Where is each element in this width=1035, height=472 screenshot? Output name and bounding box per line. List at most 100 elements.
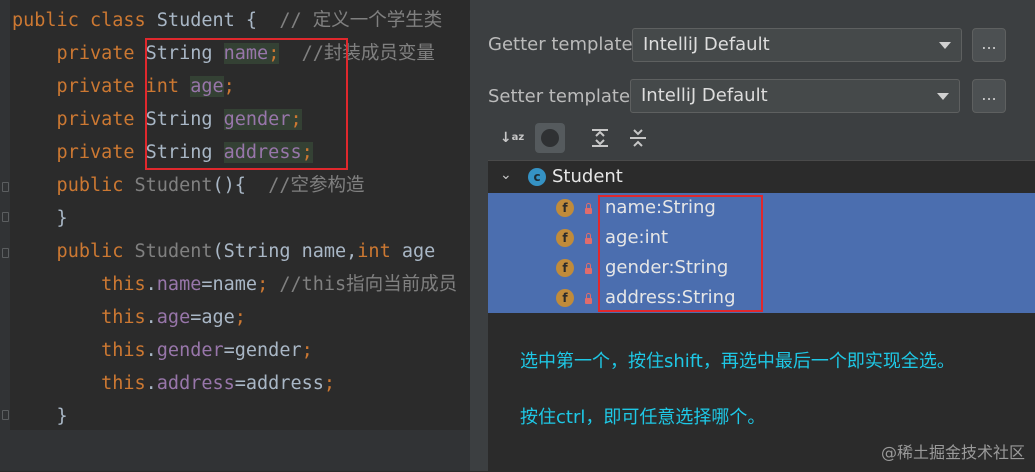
code-token: age (156, 307, 191, 328)
code-line[interactable]: this.age=age; (12, 303, 246, 333)
code-token: (){ (212, 175, 269, 196)
field-icon: f (556, 259, 574, 277)
instruction-note-shift: 选中第一个，按住shift，再选中最后一个即实现全选。 (520, 351, 955, 372)
code-token: name (156, 274, 202, 295)
class-icon: c (528, 168, 546, 186)
code-line[interactable]: private String gender; (12, 105, 302, 135)
member-tree[interactable]: ⌄ c Student f name:String f age:int f ge… (488, 160, 1035, 472)
code-token: . (145, 307, 157, 328)
circle-icon[interactable] (534, 122, 566, 154)
field-icon: f (556, 229, 574, 247)
expand-all-icon[interactable] (584, 122, 616, 154)
code-editor[interactable]: public class Student { // 定义一个学生类 privat… (0, 0, 470, 471)
code-token: private (12, 142, 146, 163)
chevron-down-icon (939, 42, 951, 49)
code-token: ; (323, 373, 336, 394)
code-token: =age (190, 307, 235, 328)
code-token: int (145, 76, 191, 97)
code-token: gender (223, 109, 291, 130)
code-token: ; (234, 307, 246, 328)
chevron-down-icon (937, 93, 949, 100)
getter-template-value: IntelliJ Default (643, 34, 770, 55)
code-token: Student (134, 241, 213, 262)
field-label: name:String (605, 197, 716, 218)
field-icon: f (556, 289, 574, 307)
code-token: { (245, 10, 280, 31)
chevron-down-icon[interactable]: ⌄ (500, 167, 512, 183)
editor-gutter (0, 0, 10, 471)
setter-template-value: IntelliJ Default (641, 85, 768, 106)
lock-icon (585, 263, 592, 274)
sort-alpha-icon[interactable]: ↓az (496, 122, 528, 154)
fold-marker-icon[interactable] (2, 248, 9, 258)
code-token: =gender (223, 340, 302, 361)
instruction-note-ctrl: 按住ctrl，即可任意选择哪个。 (520, 407, 766, 428)
tree-root-student[interactable]: ⌄ c Student (488, 161, 1035, 193)
code-token: ; (223, 76, 235, 97)
code-token: int (357, 241, 402, 262)
code-token: this (12, 307, 146, 328)
code-line[interactable]: this.address=address; (12, 369, 335, 399)
field-icon: f (556, 199, 574, 217)
watermark: @稀土掘金技术社区 (880, 443, 1025, 462)
fold-marker-icon[interactable] (2, 182, 9, 192)
code-line[interactable]: private int age; (12, 72, 235, 102)
getter-template-browse-button[interactable]: ... (972, 28, 1006, 62)
code-token: public (12, 241, 135, 262)
lock-icon (585, 293, 592, 304)
code-token: this (12, 274, 146, 295)
code-token: name (223, 43, 269, 64)
code-line[interactable]: } (12, 402, 68, 432)
code-token: (String name, (212, 241, 358, 262)
code-token: //this指向当前成员 (279, 274, 458, 295)
code-token: . (145, 373, 157, 394)
tree-row-field[interactable]: f name:String (488, 193, 1035, 223)
tree-root-label: Student (552, 166, 623, 187)
field-label: gender:String (605, 257, 729, 278)
collapse-all-icon[interactable] (622, 122, 654, 154)
code-token: address (223, 142, 302, 163)
code-line[interactable]: private String address; (12, 138, 313, 168)
code-token: String (145, 142, 224, 163)
code-token: //封装成员变量 (279, 43, 435, 64)
code-token: } (12, 208, 68, 229)
code-token: String (145, 109, 224, 130)
code-token: //空参构造 (268, 175, 365, 196)
tree-row-field[interactable]: f age:int (488, 223, 1035, 253)
tree-row-field[interactable]: f gender:String (488, 253, 1035, 283)
code-token: Student (156, 10, 246, 31)
code-token: String (145, 43, 224, 64)
code-token: ; (268, 43, 280, 64)
code-token: ; (301, 340, 313, 361)
code-token: =address (234, 373, 324, 394)
code-line[interactable]: private String name; //封装成员变量 (12, 39, 435, 69)
fold-marker-icon[interactable] (2, 410, 9, 420)
setter-template-browse-button[interactable]: ... (972, 79, 1006, 113)
code-token: address (156, 373, 235, 394)
code-line[interactable]: this.gender=gender; (12, 336, 313, 366)
code-token: . (145, 274, 157, 295)
code-line[interactable]: } (12, 204, 68, 234)
code-token: ; (257, 274, 280, 295)
code-line[interactable]: public class Student { // 定义一个学生类 (12, 6, 442, 36)
fold-marker-icon[interactable] (2, 212, 9, 222)
lock-icon (585, 233, 592, 244)
tree-row-field[interactable]: f address:String (488, 283, 1035, 313)
code-line[interactable]: this.name=name; //this指向当前成员 (12, 270, 457, 300)
code-token: ; (290, 109, 302, 130)
code-token: ; (301, 142, 313, 163)
code-token: public class (12, 10, 157, 31)
setter-template-select[interactable]: IntelliJ Default (630, 79, 960, 113)
getter-template-label: Getter template: (488, 34, 639, 55)
code-token: private (12, 76, 146, 97)
code-token: private (12, 109, 146, 130)
code-line[interactable]: public Student(String name,int age (12, 237, 436, 267)
getter-template-select[interactable]: IntelliJ Default (632, 28, 962, 62)
code-token: this (12, 373, 146, 394)
code-line[interactable]: public Student(){ //空参构造 (12, 171, 365, 201)
field-label: address:String (605, 287, 736, 308)
code-token: gender (156, 340, 224, 361)
generate-getter-setter-dialog: Getter template: IntelliJ Default ... Se… (470, 0, 1035, 472)
code-token: } (12, 406, 68, 427)
code-token: private (12, 43, 146, 64)
